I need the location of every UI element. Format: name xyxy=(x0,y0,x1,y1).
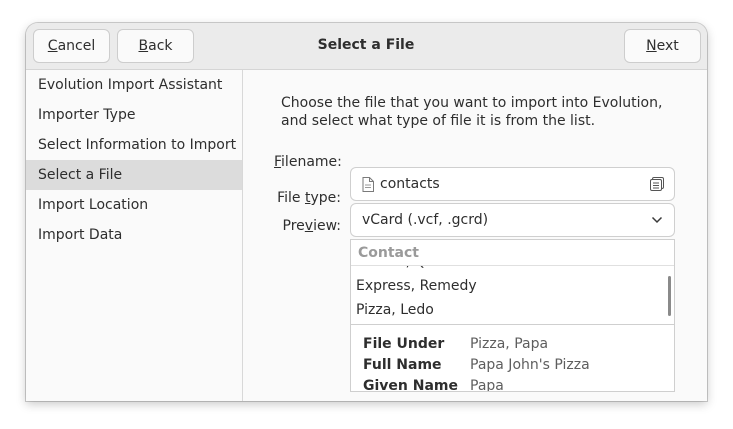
assistant-steps-sidebar: Evolution Import Assistant Importer Type… xyxy=(26,70,243,401)
detail-value: Papa xyxy=(470,378,504,392)
detail-key: File Under xyxy=(363,336,445,352)
intro-text: Choose the file that you want to import … xyxy=(281,95,663,129)
header-bar: Cancel Back Select a File Next xyxy=(26,23,707,70)
detail-key: Given Name xyxy=(363,378,458,392)
detail-value: Pizza, Papa xyxy=(470,336,549,352)
filetype-label-pre: File xyxy=(277,190,305,206)
detail-row: File Under Pizza, Papa xyxy=(363,334,548,354)
step-select-a-file[interactable]: Select a File xyxy=(26,160,242,190)
preview-label-text: iew: xyxy=(313,218,341,234)
preview-label: Preview: xyxy=(274,218,341,234)
detail-row: Full Name Papa John's Pizza xyxy=(363,355,590,375)
step-import-data[interactable]: Import Data xyxy=(26,220,242,250)
step-select-information[interactable]: Select Information to Import xyxy=(26,130,242,160)
step-import-location[interactable]: Import Location xyxy=(26,190,242,220)
back-mnemonic: B xyxy=(138,38,149,54)
cancel-label: ancel xyxy=(57,38,96,54)
preview-label-pre: Pre xyxy=(282,218,305,234)
filetype-value: vCard (.vcf, .gcrd) xyxy=(362,212,489,228)
preview-mnemonic: v xyxy=(304,218,314,234)
filename-chooser[interactable]: contacts xyxy=(350,167,675,201)
detail-key: Full Name xyxy=(363,357,442,373)
next-label: ext xyxy=(656,38,679,54)
cancel-button[interactable]: Cancel xyxy=(33,29,110,63)
contact-preview-list[interactable]: Contact Sender, Queen Express, Remedy Pi… xyxy=(350,239,675,325)
filetype-label: File type: xyxy=(274,190,341,206)
step-importer-type[interactable]: Importer Type xyxy=(26,100,242,130)
detail-row: Given Name Papa xyxy=(363,376,504,392)
main-content: Choose the file that you want to import … xyxy=(244,70,707,401)
next-mnemonic: N xyxy=(646,38,657,54)
folder-browse-icon[interactable] xyxy=(649,176,665,192)
filename-label-text: ilename: xyxy=(281,154,342,170)
filetype-label-text: ype: xyxy=(310,190,341,206)
filename-value: contacts xyxy=(380,176,440,192)
import-assistant-window: Cancel Back Select a File Next Evolution… xyxy=(26,23,707,401)
document-icon xyxy=(362,176,374,192)
list-item[interactable]: Express, Remedy xyxy=(351,274,674,298)
filetype-dropdown[interactable]: vCard (.vcf, .gcrd) xyxy=(350,203,675,237)
next-button[interactable]: Next xyxy=(624,29,701,63)
preview-scrollbar[interactable] xyxy=(668,276,671,316)
list-item[interactable]: Pizza, Ledo xyxy=(351,298,674,322)
filename-mnemonic: F xyxy=(274,154,282,170)
back-button[interactable]: Back xyxy=(117,29,194,63)
cancel-mnemonic: C xyxy=(47,38,58,54)
filename-label: Filename: xyxy=(274,154,342,170)
step-evolution-import-assistant[interactable]: Evolution Import Assistant xyxy=(26,70,242,100)
detail-value: Papa John's Pizza xyxy=(470,357,590,373)
chevron-down-icon xyxy=(651,216,663,224)
contact-column-header[interactable]: Contact xyxy=(351,240,674,266)
contact-details: File Under Pizza, Papa Full Name Papa Jo… xyxy=(350,325,675,392)
window-title: Select a File xyxy=(317,37,415,53)
back-label: ack xyxy=(148,38,173,54)
